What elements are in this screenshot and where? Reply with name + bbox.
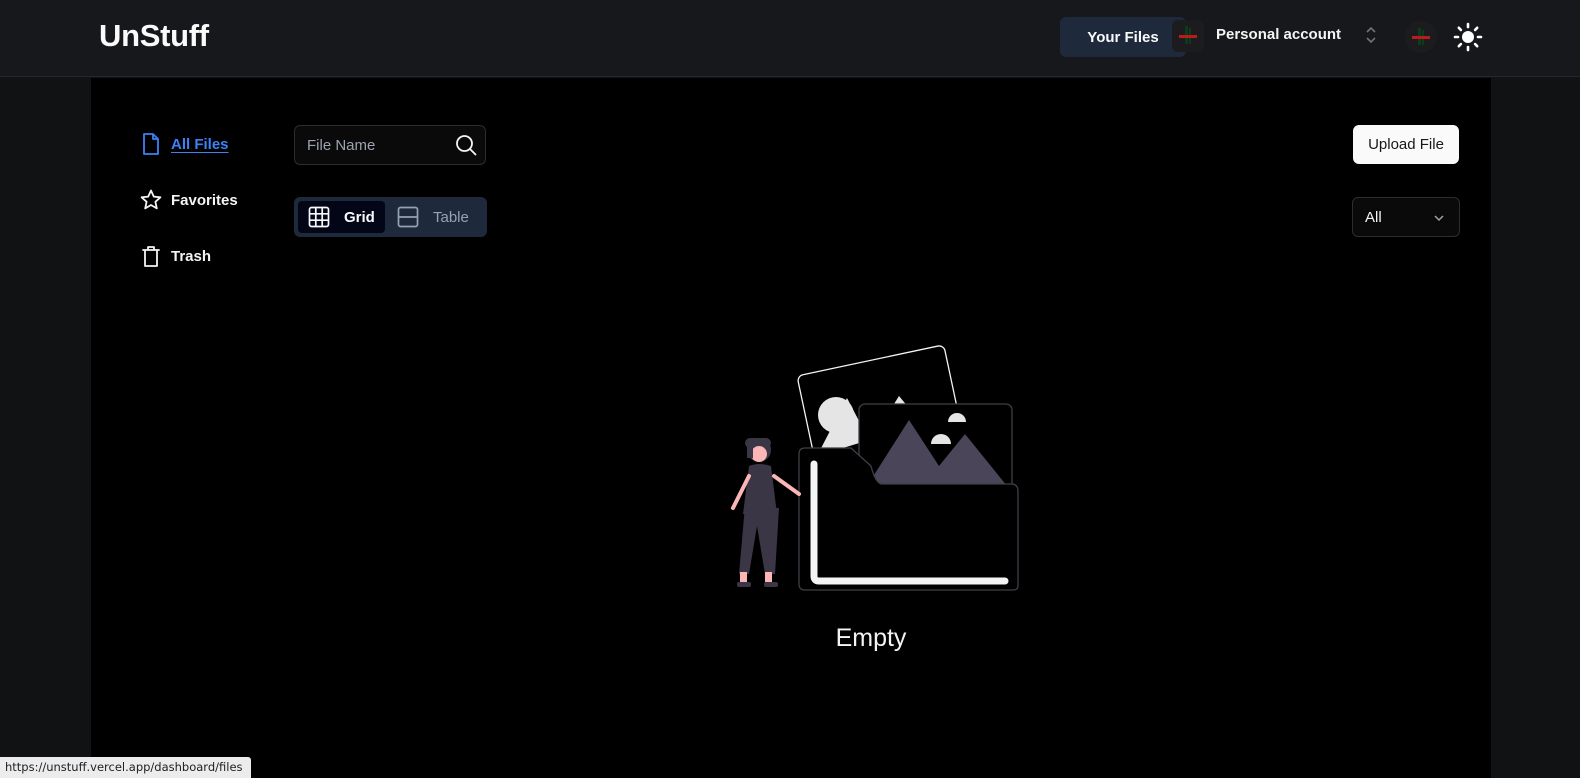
sidebar-item-label: Favorites — [171, 191, 238, 209]
trash-icon — [139, 244, 163, 268]
account-avatar — [1172, 20, 1204, 52]
top-header: UnStuff Your Files Personal account — [0, 0, 1580, 77]
your-files-button[interactable]: Your Files — [1060, 17, 1186, 57]
search-input[interactable] — [295, 126, 445, 164]
file-icon — [139, 132, 163, 156]
search-box — [294, 125, 486, 165]
app-page: UnStuff Your Files Personal account All … — [0, 0, 1580, 778]
tab-grid-label: Grid — [344, 208, 375, 226]
sidebar-item-all-files[interactable]: All Files — [139, 131, 229, 157]
type-filter-select[interactable]: All — [1352, 197, 1460, 237]
upload-file-button[interactable]: Upload File — [1353, 125, 1459, 164]
sidebar-item-favorites[interactable]: Favorites — [139, 187, 238, 213]
account-switcher[interactable]: Personal account — [1172, 18, 1382, 54]
tab-table-label: Table — [433, 208, 469, 226]
sidebar-item-label: All Files — [171, 135, 229, 153]
search-icon[interactable] — [455, 134, 477, 156]
user-avatar[interactable] — [1405, 21, 1437, 53]
chevrons-up-down-icon — [1366, 26, 1376, 44]
table-icon — [397, 206, 419, 228]
tab-grid[interactable]: Grid — [298, 201, 385, 233]
main-panel: All Files Favorites Trash File Name Grid… — [91, 78, 1491, 778]
sidebar-item-label: Trash — [171, 247, 212, 265]
sun-icon — [1453, 22, 1483, 52]
grid-icon — [308, 206, 330, 228]
tab-table[interactable]: Table — [395, 201, 483, 233]
chevron-down-icon — [1434, 215, 1444, 222]
filter-selected-value: All — [1365, 208, 1382, 226]
empty-folder-illustration — [731, 345, 1019, 591]
empty-state-text: Empty — [835, 624, 907, 652]
theme-toggle-button[interactable] — [1451, 20, 1485, 54]
account-name: Personal account — [1216, 25, 1342, 43]
sidebar-item-trash[interactable]: Trash — [139, 243, 211, 269]
status-bar-url: https://unstuff.vercel.app/dashboard/fil… — [0, 757, 251, 778]
brand-logo[interactable]: UnStuff — [99, 18, 209, 54]
view-toggle: Grid Table — [294, 197, 487, 237]
star-icon — [139, 188, 163, 212]
